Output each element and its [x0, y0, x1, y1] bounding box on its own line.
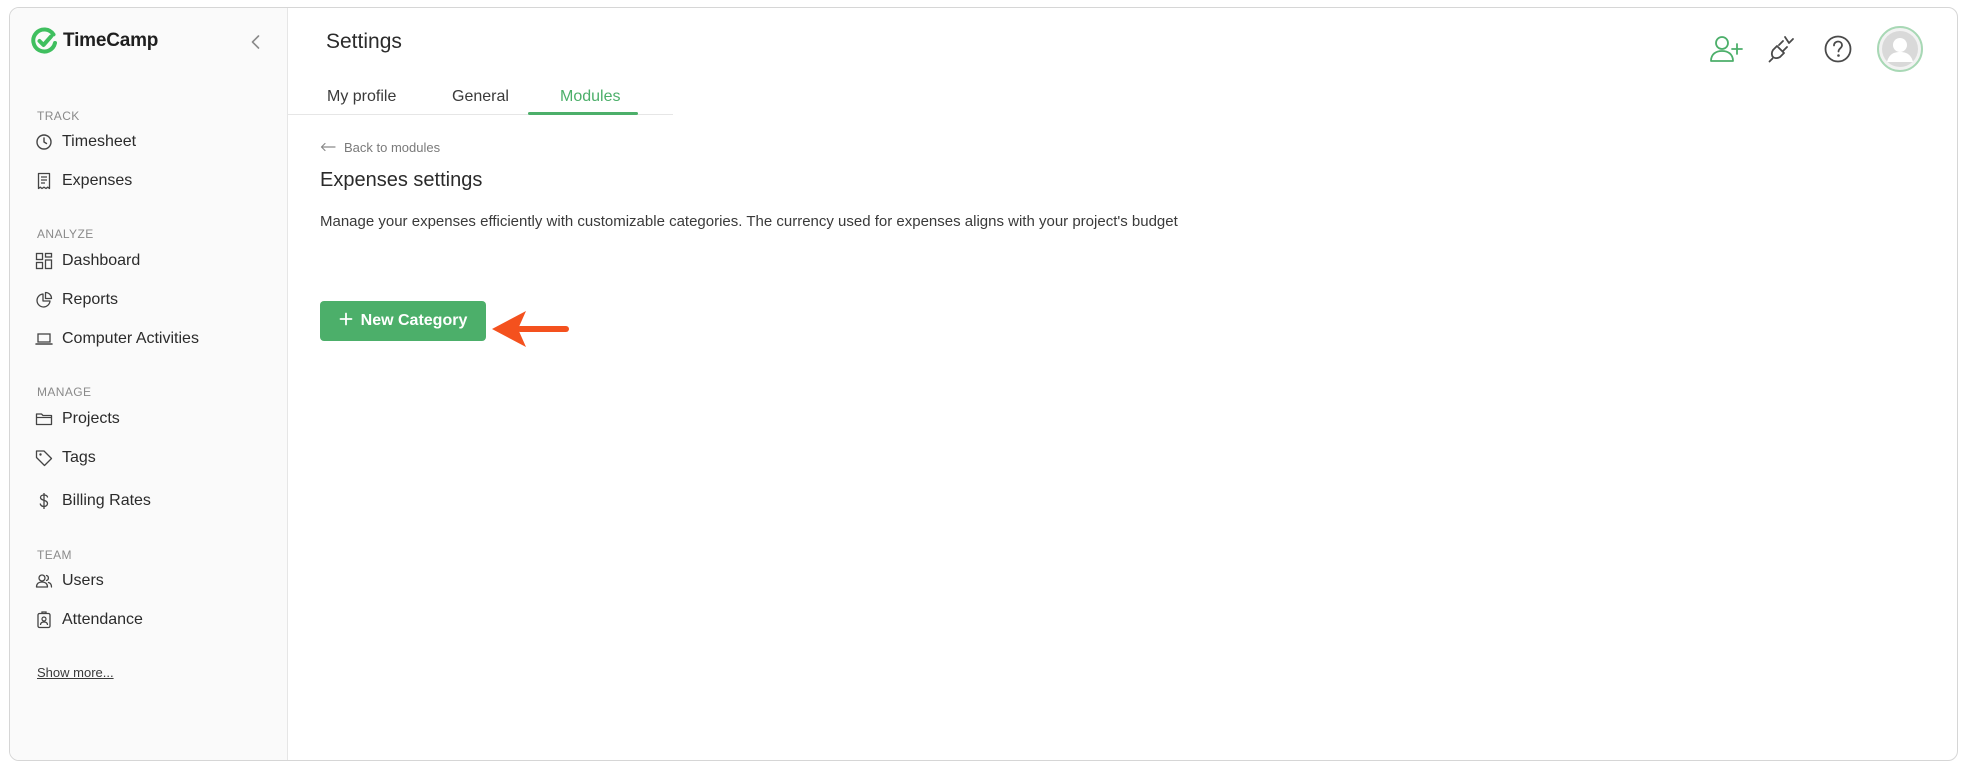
- section-title: Expenses settings: [320, 169, 483, 191]
- sidebar-item-label: Billing Rates: [62, 492, 151, 509]
- avatar[interactable]: [1877, 26, 1923, 72]
- dashboard-icon: [35, 252, 53, 270]
- help-icon[interactable]: [1821, 32, 1855, 66]
- section-description: Manage your expenses efficiently with cu…: [320, 213, 1178, 230]
- sidebar-item-computer-activities[interactable]: Computer Activities: [35, 330, 199, 348]
- sidebar-item-label: Dashboard: [62, 252, 141, 269]
- settings-tabs: My profile General Modules: [288, 64, 673, 115]
- pie-chart-icon: [35, 291, 53, 309]
- section-label-manage: MANAGE: [37, 385, 92, 399]
- sidebar-item-users[interactable]: Users: [35, 572, 104, 590]
- annotation-arrow-icon: [490, 305, 570, 358]
- app-window: TimeCamp TRACK Timesheet Expenses ANALYZ…: [9, 7, 1958, 761]
- tab-modules[interactable]: Modules: [560, 88, 620, 106]
- active-tab-indicator: [528, 112, 638, 115]
- section-label-analyze: ANALYZE: [37, 227, 94, 241]
- plug-icon[interactable]: [1765, 32, 1799, 66]
- clock-icon: [35, 133, 53, 151]
- plus-icon: [339, 312, 353, 331]
- sidebar-item-label: Timesheet: [62, 133, 137, 150]
- show-more-link[interactable]: Show more...: [37, 665, 114, 680]
- section-label-track: TRACK: [37, 109, 80, 123]
- back-link-label: Back to modules: [344, 140, 441, 155]
- sidebar-item-label: Reports: [62, 291, 119, 308]
- page-title: Settings: [326, 30, 402, 53]
- main-content: Settings My profile General Modules Back…: [288, 8, 1957, 760]
- users-icon: [35, 572, 53, 590]
- sidebar-item-expenses[interactable]: Expenses: [35, 172, 132, 190]
- sidebar-item-label: Computer Activities: [62, 330, 199, 347]
- tag-icon: [35, 449, 53, 467]
- sidebar: TimeCamp TRACK Timesheet Expenses ANALYZ…: [10, 8, 288, 760]
- sidebar-item-timesheet[interactable]: Timesheet: [35, 133, 136, 151]
- chevron-left-icon: [251, 35, 260, 49]
- logo-text: TimeCamp: [63, 30, 159, 51]
- sidebar-item-label: Users: [62, 572, 104, 589]
- timecamp-logo-icon: [31, 27, 59, 55]
- tab-my-profile[interactable]: My profile: [327, 88, 396, 106]
- sidebar-item-dashboard[interactable]: Dashboard: [35, 252, 140, 270]
- sidebar-item-label: Tags: [62, 449, 96, 466]
- arrow-left-icon: [320, 140, 336, 155]
- sidebar-item-label: Expenses: [62, 172, 133, 189]
- laptop-icon: [35, 330, 53, 348]
- sidebar-item-billing-rates[interactable]: Billing Rates: [35, 492, 151, 510]
- tab-general[interactable]: General: [452, 88, 509, 106]
- badge-icon: [35, 611, 53, 629]
- sidebar-item-attendance[interactable]: Attendance: [35, 611, 143, 629]
- sidebar-item-projects[interactable]: Projects: [35, 410, 120, 428]
- sidebar-item-label: Projects: [62, 410, 120, 427]
- add-user-icon[interactable]: [1709, 32, 1743, 66]
- receipt-icon: [35, 172, 53, 190]
- sidebar-item-reports[interactable]: Reports: [35, 291, 118, 309]
- sidebar-item-tags[interactable]: Tags: [35, 449, 96, 467]
- new-category-label: New Category: [360, 312, 468, 329]
- dollar-icon: [35, 492, 53, 510]
- header-actions: [1709, 26, 1923, 72]
- section-label-team: TEAM: [37, 548, 72, 562]
- timecamp-logo[interactable]: TimeCamp: [31, 27, 158, 55]
- new-category-button[interactable]: New Category: [320, 301, 486, 341]
- collapse-sidebar-button[interactable]: [246, 32, 266, 52]
- back-to-modules-link[interactable]: Back to modules: [320, 140, 440, 155]
- user-avatar-icon: [1882, 31, 1918, 67]
- folder-icon: [35, 410, 53, 428]
- sidebar-item-label: Attendance: [62, 611, 143, 628]
